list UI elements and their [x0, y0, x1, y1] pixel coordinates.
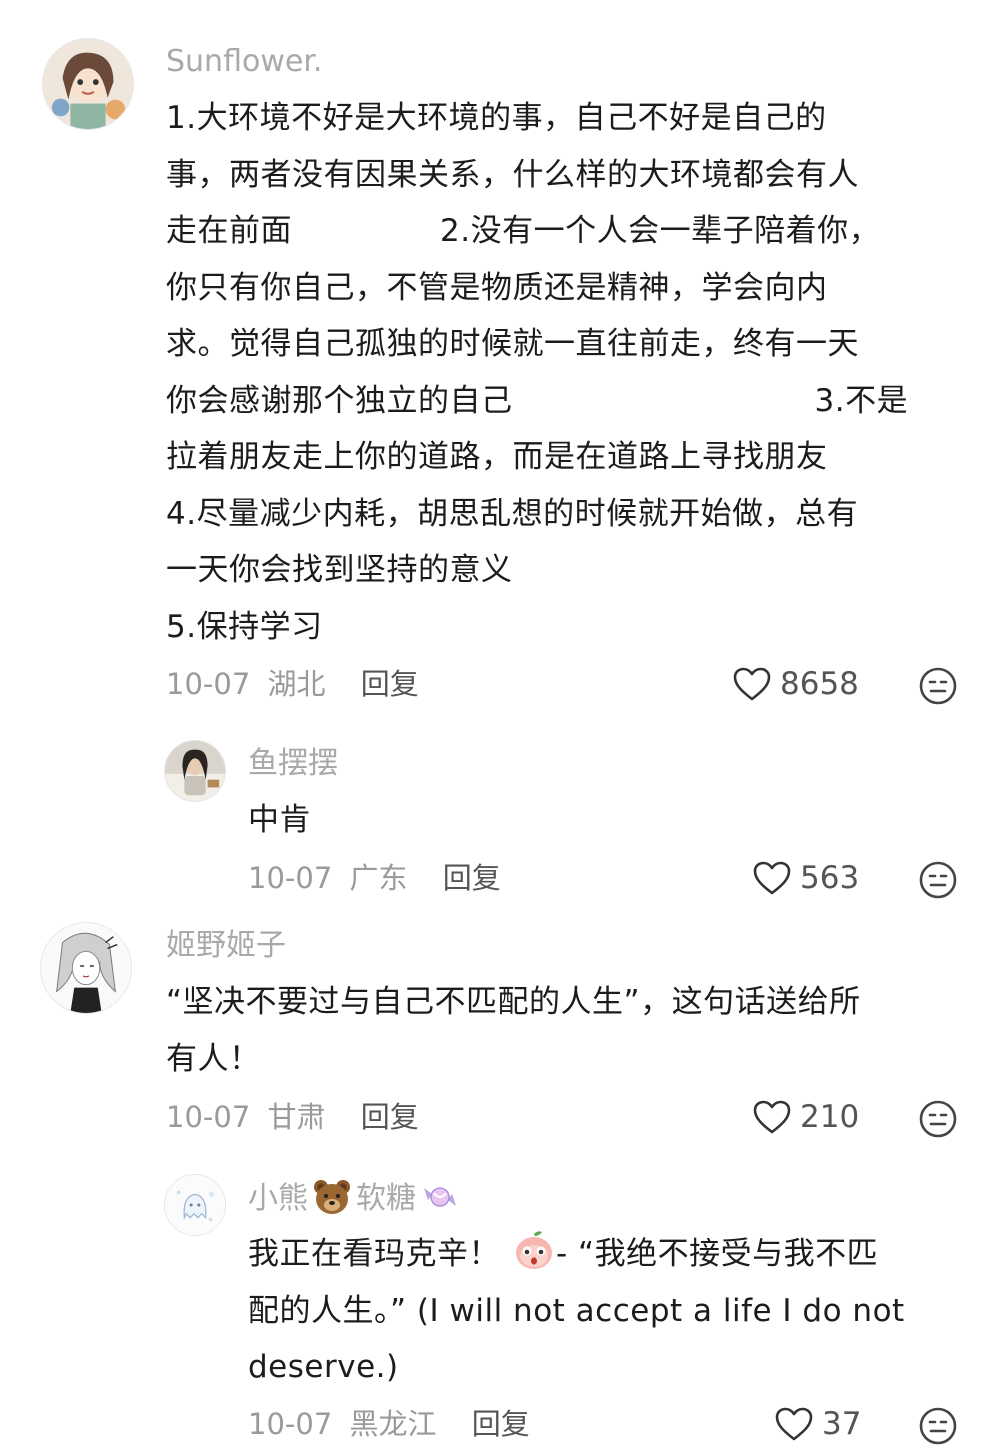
illustrated-girl-avatar-icon [43, 39, 133, 129]
comment-date: 10-07 [166, 1100, 251, 1134]
comment-text-line: 走在前面 2.没有一个人会一辈子陪着你， [166, 213, 881, 249]
reply-text-line: deserve.) [248, 1349, 399, 1385]
comment-text-line: 5.保持学习 [166, 608, 323, 645]
bear-face-emoji-icon [314, 1180, 350, 1214]
comment-meta: 10-07 湖北 回复 [166, 664, 419, 704]
avatar[interactable] [42, 38, 134, 130]
like-count: 210 [800, 1099, 860, 1135]
like-count: 8658 [780, 666, 859, 702]
reply-username-part: 小熊 [248, 1181, 308, 1216]
reply-text: 我正在看玛克辛！ - “我绝不接受与我不匹 配的人生。” (I will not… [248, 1226, 988, 1396]
comment-text-line: 求。觉得自己孤独的时候就一直往前走，终有一天 [166, 326, 859, 362]
girl-photo-avatar-icon [165, 741, 225, 801]
reply-username[interactable]: 鱼摆摆 [248, 744, 338, 784]
reply-username[interactable]: 小熊 软糖 [248, 1178, 464, 1219]
comment-meta: 10-07 甘肃 回复 [166, 1097, 419, 1137]
candy-emoji-icon [424, 1187, 456, 1207]
reply-button[interactable]: 回复 [472, 1407, 530, 1441]
comment-location: 湖北 [267, 667, 326, 701]
face-emoji-icon[interactable] [918, 1406, 958, 1446]
comment-text-line: 你会感谢那个独立的自己 3.不是 [166, 382, 909, 419]
comment-location: 甘肃 [267, 1100, 326, 1134]
comment-date: 10-07 [166, 667, 251, 701]
comment-text-line: “坚决不要过与自己不匹配的人生”，这句话送给所 [166, 984, 861, 1020]
face-emoji-icon[interactable] [918, 860, 958, 900]
comment-username[interactable]: Sunflower. [166, 42, 322, 82]
comment-username[interactable]: 姬野姬子 [166, 926, 286, 966]
reply-meta: 10-07 广东 回复 [248, 858, 501, 898]
reply-text: 中肯 [248, 802, 311, 838]
comment-thread: Sunflower. 1.大环境不好是大环境的事，自己不好是自己的 事，两者没有… [0, 0, 1000, 1452]
comment-text-line: 一天你会找到坚持的意义 [166, 552, 513, 588]
reply-button[interactable]: 回复 [361, 667, 419, 701]
like-button[interactable]: 37 [774, 1406, 861, 1442]
reply-button[interactable]: 回复 [361, 1100, 419, 1134]
comment-text-line: 1.大环境不好是大环境的事，自己不好是自己的 [166, 100, 827, 136]
heart-outline-icon [753, 1100, 791, 1134]
comment-text: 1.大环境不好是大环境的事，自己不好是自己的 事，两者没有因果关系，什么样的大环… [166, 90, 986, 655]
comment-text-line: 拉着朋友走上你的道路，而是在道路上寻找朋友 [166, 439, 828, 475]
heart-outline-icon [733, 667, 771, 701]
reply-meta: 10-07 黑龙江 回复 [248, 1404, 530, 1444]
comment-text-line: 4.尽量减少内耗，胡思乱想的时候就开始做，总有 [166, 495, 859, 532]
comment-text-line: 有人！ [166, 1040, 261, 1077]
comment-text: “坚决不要过与自己不匹配的人生”，这句话送给所 有人！ [166, 974, 986, 1087]
heart-outline-icon [775, 1407, 813, 1441]
avatar[interactable] [164, 1174, 226, 1236]
reply-date: 10-07 [248, 861, 333, 895]
like-button[interactable]: 210 [752, 1099, 859, 1135]
face-emoji-icon[interactable] [918, 666, 958, 706]
like-count: 563 [800, 860, 860, 896]
heart-outline-icon [753, 861, 791, 895]
like-button[interactable]: 563 [752, 860, 859, 896]
comment-text-line: 你只有你自己，不管是物质还是精神，学会向内 [166, 269, 828, 306]
like-button[interactable]: 8658 [732, 666, 859, 702]
face-emoji-icon[interactable] [918, 1099, 958, 1139]
sketch-girl-avatar-icon [41, 923, 131, 1013]
reply-location: 黑龙江 [349, 1407, 437, 1441]
reply-location: 广东 [349, 861, 408, 895]
reply-text-line: 我正在看玛克辛！ - “我绝不接受与我不匹 [248, 1226, 988, 1283]
reply-button[interactable]: 回复 [443, 861, 501, 895]
reply-text-line: 配的人生。” (I will not accept a life I do no… [248, 1292, 905, 1329]
ghost-doodle-avatar-icon [165, 1175, 225, 1235]
avatar[interactable] [164, 740, 226, 802]
peach-face-emoji-icon [516, 1231, 552, 1269]
avatar[interactable] [40, 922, 132, 1014]
comment-text-line: 事，两者没有因果关系，什么样的大环境都会有人 [166, 156, 859, 193]
like-count: 37 [822, 1406, 862, 1442]
reply-date: 10-07 [248, 1407, 333, 1441]
reply-username-part: 软糖 [356, 1181, 416, 1216]
